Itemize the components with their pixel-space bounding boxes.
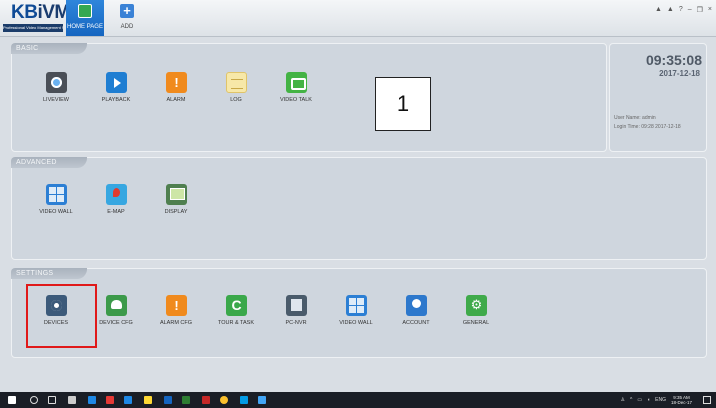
tile-tour-task[interactable]: TOUR & TASK [206, 285, 266, 345]
title-bar: KBiVMS Professional Video Management Sys… [0, 0, 716, 37]
current-date: 2017-12-18 [659, 69, 700, 78]
login-time-line: Login Time: 09:28 2017-12-18 [614, 124, 681, 130]
network-icon[interactable]: ▭ [637, 397, 642, 403]
advanced-section: ADVANCED VIDEO WALL E-MAP DISPLAY [11, 157, 707, 260]
window-controls: ▲ ▲ ? – ❐ × [655, 6, 712, 14]
tile-label: GENERAL [462, 320, 490, 326]
plus-icon: + [120, 4, 134, 18]
log-icon [226, 72, 247, 93]
ie-icon[interactable] [124, 396, 132, 404]
video-talk-icon [286, 72, 307, 93]
excel-icon[interactable] [182, 396, 190, 404]
lock-icon[interactable]: ▲ [667, 6, 674, 14]
windows-start-icon[interactable] [8, 396, 16, 404]
tile-liveview[interactable]: LIVEVIEW [26, 62, 86, 122]
alarm-cfg-icon [166, 295, 187, 316]
tile-alarm-cfg[interactable]: ALARM CFG [146, 285, 206, 345]
tile-alarm[interactable]: ALARM [146, 62, 206, 122]
playback-icon [106, 72, 127, 93]
app-icon[interactable] [106, 396, 114, 404]
user-name-line: User Name: admin [614, 115, 656, 121]
tile-pc-nvr[interactable]: PC-NVR [266, 285, 326, 345]
restore-icon[interactable]: ❐ [697, 6, 703, 14]
tile-account[interactable]: ACCOUNT [386, 285, 446, 345]
taskbar-clock[interactable]: 9:35 AM 18-Dec-17 [671, 395, 692, 405]
clock-panel: 09:35:08 2017-12-18 User Name: admin Log… [609, 43, 707, 152]
tile-emap[interactable]: E-MAP [86, 174, 146, 234]
alarm-icon [166, 72, 187, 93]
current-time: 09:35:08 [645, 52, 702, 68]
pc-nvr-icon [286, 295, 307, 316]
notifications-icon[interactable] [703, 396, 711, 404]
tile-video-wall-settings[interactable]: VIDEO WALL [326, 285, 386, 345]
home-icon [78, 4, 92, 18]
settings-section: SETTINGS DEVICES DEVICE CFG ALARM CFG TO… [11, 268, 707, 358]
callout-number: 1 [375, 77, 431, 131]
minimize-icon[interactable]: – [688, 6, 692, 14]
user-icon[interactable]: ▲ [655, 6, 662, 14]
word-icon[interactable] [164, 396, 172, 404]
section-title-basic: BASIC [11, 43, 87, 54]
device-cfg-icon [106, 295, 127, 316]
people-icon[interactable]: ♙ [621, 397, 625, 403]
tile-playback[interactable]: PLAYBACK [86, 62, 146, 122]
store-icon[interactable] [68, 396, 76, 404]
edge-icon[interactable] [88, 396, 96, 404]
account-icon [406, 295, 427, 316]
search-icon[interactable] [30, 396, 38, 404]
tile-display[interactable]: DISPLAY [146, 174, 206, 234]
app-logo: KBiVMS Professional Video Management Sys… [3, 2, 82, 34]
system-tray: ♙ ^ ▭ ◖ ENG 9:35 AM 18-Dec-17 [621, 395, 692, 405]
tile-label: DISPLAY [164, 209, 188, 215]
tab-add[interactable]: + ADD [108, 0, 146, 36]
volume-icon[interactable]: ◖ [647, 397, 650, 403]
logo-subtitle: Professional Video Management System [3, 24, 63, 32]
tray-expand-icon[interactable]: ^ [630, 397, 632, 403]
file-explorer-icon[interactable] [144, 396, 152, 404]
emap-icon [106, 184, 127, 205]
skype-icon[interactable] [240, 396, 248, 404]
video-wall-icon [46, 184, 67, 205]
tile-video-talk[interactable]: VIDEO TALK [266, 62, 326, 122]
tile-video-wall[interactable]: VIDEO WALL [26, 174, 86, 234]
input-language[interactable]: ENG [655, 397, 666, 403]
section-title-advanced: ADVANCED [11, 157, 87, 168]
tab-home-page[interactable]: HOME PAGE [66, 0, 104, 36]
task-view-icon[interactable] [48, 396, 56, 404]
tour-task-icon [226, 295, 247, 316]
tile-log[interactable]: LOG [206, 62, 266, 122]
close-icon[interactable]: × [708, 6, 712, 14]
video-wall-settings-icon [346, 295, 367, 316]
tile-general[interactable]: GENERAL [446, 285, 506, 345]
chrome-icon[interactable] [220, 396, 228, 404]
display-icon [166, 184, 187, 205]
taskbar-date: 18-Dec-17 [670, 400, 692, 405]
devices-highlight-box [26, 284, 97, 348]
windows-taskbar: ♙ ^ ▭ ◖ ENG 9:35 AM 18-Dec-17 [0, 392, 716, 408]
tab-add-label: ADD [120, 24, 134, 30]
tile-label: VIDEO TALK [280, 97, 312, 103]
general-icon [466, 295, 487, 316]
help-icon[interactable]: ? [679, 6, 683, 14]
tab-home-page-label: HOME PAGE [67, 24, 103, 30]
powerpoint-icon[interactable] [202, 396, 210, 404]
kbivms-taskbar-icon[interactable] [258, 396, 266, 404]
liveview-icon [46, 72, 67, 93]
section-title-settings: SETTINGS [11, 268, 87, 279]
basic-section: BASIC LIVEVIEW PLAYBACK ALARM LOG VIDEO … [11, 43, 607, 152]
